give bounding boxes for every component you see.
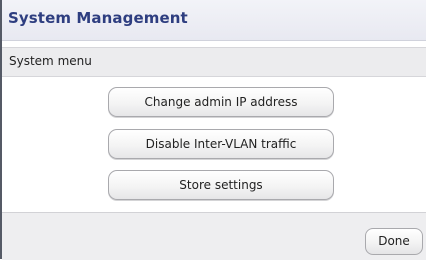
system-menu-label: System menu <box>9 54 92 68</box>
change-admin-ip-button[interactable]: Change admin IP address <box>108 87 334 117</box>
window-title: System Management <box>8 9 188 27</box>
system-management-window: System Management System menu Change adm… <box>0 0 426 260</box>
footer-bar: Done <box>2 212 426 260</box>
done-button[interactable]: Done <box>365 228 423 255</box>
store-settings-button[interactable]: Store settings <box>108 170 334 200</box>
system-menu-header: System menu <box>2 47 426 77</box>
title-bar: System Management <box>2 0 426 41</box>
disable-inter-vlan-button[interactable]: Disable Inter-VLAN traffic <box>108 129 334 159</box>
